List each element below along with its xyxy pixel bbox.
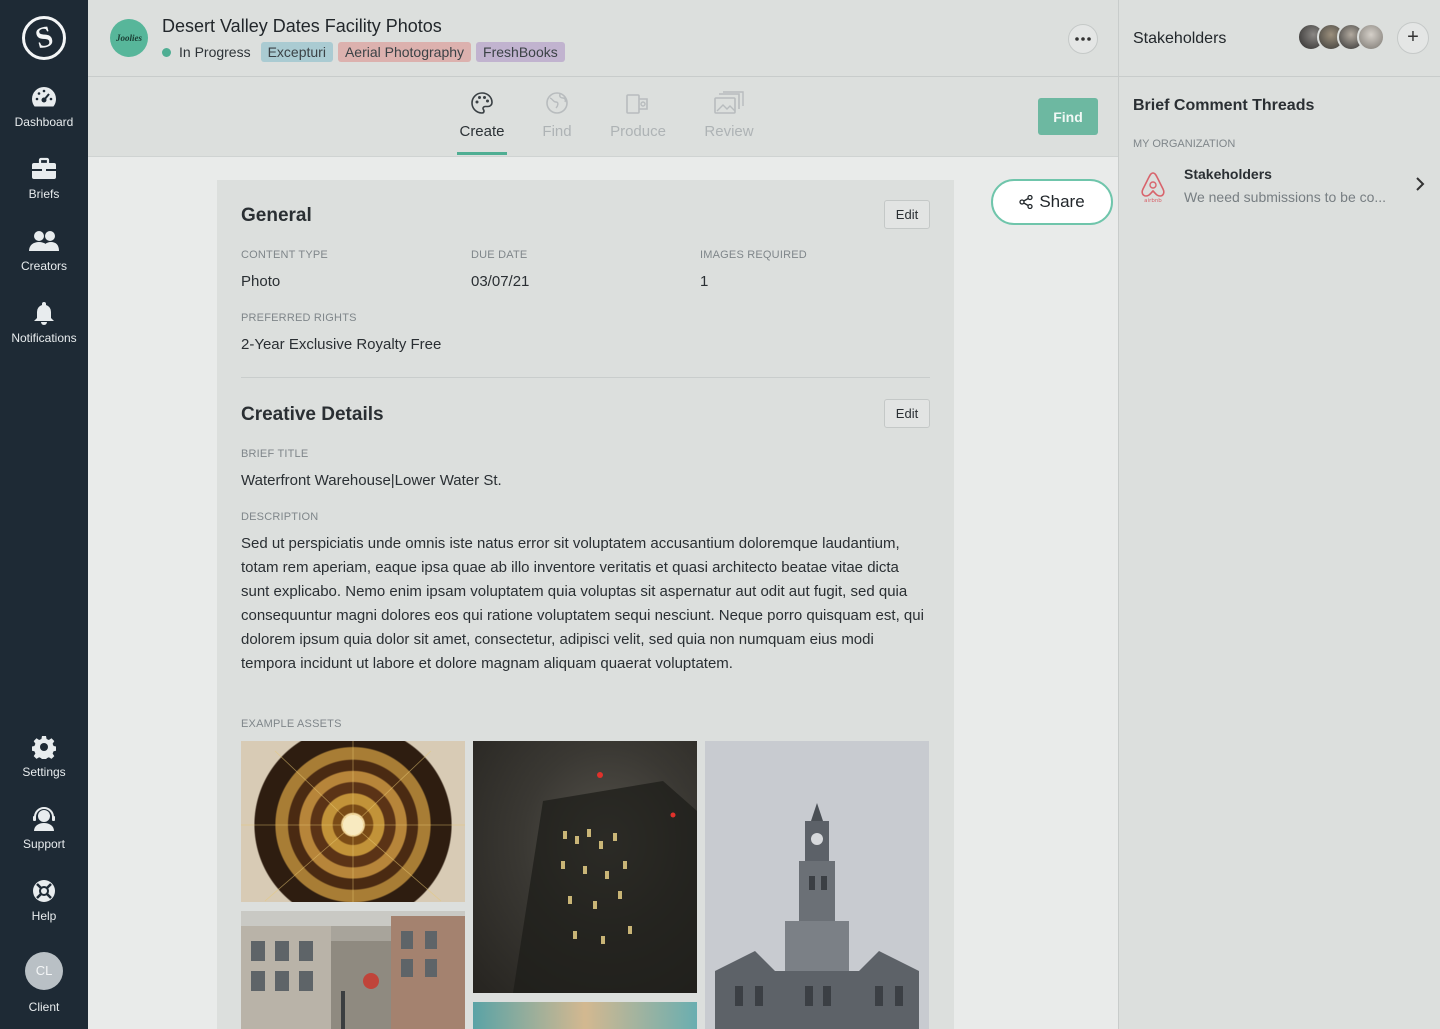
dashboard-icon	[32, 87, 57, 107]
images-required-label: IMAGES REQUIRED	[700, 249, 807, 261]
tag[interactable]: Excepturi	[260, 42, 333, 62]
sidebar-item-dashboard[interactable]: Dashboard	[0, 85, 88, 129]
content-type-value: Photo	[241, 273, 281, 290]
thread-message: We need submissions to be co...	[1184, 189, 1387, 205]
sidebar-item-label: Briefs	[28, 187, 60, 201]
example-assets-label: EXAMPLE ASSETS	[241, 718, 342, 730]
content-type-label: CONTENT TYPE	[241, 249, 328, 261]
user-avatar: CL	[25, 952, 63, 990]
status-row: In Progress Excepturi Aerial Photography…	[162, 42, 570, 62]
sidebar-item-notifications[interactable]: Notifications	[0, 301, 88, 345]
tag[interactable]: Aerial Photography	[337, 42, 472, 62]
preferred-rights-label: PREFERRED RIGHTS	[241, 312, 357, 324]
sidebar-item-label: Help	[31, 909, 57, 923]
support-icon	[33, 807, 55, 831]
tab-produce[interactable]: Produce	[607, 91, 669, 140]
sidebar-item-help[interactable]: Help	[0, 879, 88, 923]
share-label: Share	[1039, 192, 1085, 211]
brief-title-label: BRIEF TITLE	[241, 448, 309, 460]
right-panel: Stakeholders + Brief Comment Threads MY …	[1118, 0, 1440, 1029]
creative-section-title: Creative Details	[241, 404, 384, 425]
briefcase-icon	[32, 157, 56, 179]
example-asset-image[interactable]	[241, 911, 465, 1029]
avatar	[1357, 23, 1385, 51]
stage-tabs: Create Find Produce Review Find	[88, 77, 1118, 157]
ellipsis-icon	[1075, 37, 1091, 41]
example-asset-image[interactable]	[705, 741, 929, 1029]
page-title: Desert Valley Dates Facility Photos	[162, 16, 442, 36]
tab-label: Find	[542, 123, 572, 140]
city-hall-tower-image	[715, 803, 919, 1029]
tab-review[interactable]: Review	[703, 91, 755, 140]
sidebar-item-label: Notifications	[11, 331, 77, 345]
gear-icon	[32, 736, 56, 759]
sidebar-item-label: Dashboard	[14, 115, 74, 129]
logo-mark: S	[31, 19, 57, 56]
example-asset-image[interactable]	[241, 741, 465, 902]
sidebar-item-support[interactable]: Support	[0, 807, 88, 851]
stakeholder-avatars[interactable]	[1297, 23, 1385, 51]
brief-card: General Edit CONTENT TYPE Photo DUE DATE…	[217, 180, 954, 1029]
sidebar-item-briefs[interactable]: Briefs	[0, 157, 88, 201]
edit-creative-button[interactable]: Edit	[884, 399, 930, 428]
comment-thread-item[interactable]: airbnb Stakeholders We need submissions …	[1133, 163, 1433, 211]
sidebar-item-label: Support	[22, 837, 66, 851]
bell-icon	[34, 302, 54, 325]
chevron-right-icon	[1416, 177, 1425, 191]
tab-label: Create	[459, 123, 505, 140]
globe-icon	[546, 92, 568, 114]
sidebar-item-creators[interactable]: Creators	[0, 229, 88, 273]
tab-label: Review	[704, 123, 754, 140]
lifebuoy-icon	[33, 880, 55, 902]
share-button[interactable]: Share	[991, 179, 1113, 225]
section-divider	[241, 377, 930, 378]
preferred-rights-value: 2-Year Exclusive Royalty Free	[241, 336, 442, 353]
add-stakeholder-button[interactable]: +	[1397, 22, 1429, 54]
general-section-title: General	[241, 205, 312, 226]
app-logo[interactable]: S	[22, 16, 66, 60]
active-tab-indicator	[457, 152, 507, 155]
clapper-icon	[626, 94, 648, 114]
share-icon	[1019, 195, 1033, 209]
example-asset-image[interactable]	[473, 741, 697, 993]
images-required-value: 1	[700, 273, 709, 290]
due-date-value: 03/07/21	[471, 273, 530, 290]
organization-label: MY ORGANIZATION	[1133, 138, 1236, 150]
status-text: In Progress	[179, 44, 251, 60]
due-date-label: DUE DATE	[471, 249, 528, 261]
threads-title: Brief Comment Threads	[1133, 97, 1315, 114]
edit-general-button[interactable]: Edit	[884, 200, 930, 229]
sidebar-item-label: Creators	[20, 259, 67, 273]
sidebar-item-settings[interactable]: Settings	[0, 735, 88, 779]
more-options-button[interactable]	[1068, 24, 1098, 54]
images-icon	[714, 91, 744, 114]
find-button[interactable]: Find	[1038, 98, 1098, 135]
tag[interactable]: FreshBooks	[476, 42, 565, 62]
tab-label: Produce	[610, 123, 666, 140]
tab-create[interactable]: Create	[457, 91, 507, 155]
street-buildings-image	[241, 916, 465, 1029]
sidebar-item-label: Client	[28, 1000, 60, 1014]
airbnb-logo-text: airbnb	[1144, 198, 1162, 203]
stakeholders-title: Stakeholders	[1133, 30, 1227, 47]
example-asset-image[interactable]	[473, 1002, 697, 1029]
brief-title-value: Waterfront Warehouse|Lower Water St.	[241, 472, 502, 489]
thread-name: Stakeholders	[1184, 166, 1272, 182]
creators-icon	[29, 231, 59, 251]
sidebar-item-label: Settings	[22, 765, 66, 779]
brand-avatar: Joolies	[110, 19, 148, 57]
description-label: DESCRIPTION	[241, 511, 319, 523]
airbnb-logo-icon: airbnb	[1141, 172, 1165, 203]
palette-icon	[471, 92, 493, 114]
sidebar-item-user[interactable]: CL Client	[0, 952, 88, 1014]
dome-pattern-image	[241, 741, 465, 902]
foggy-tower-image	[513, 772, 697, 993]
tab-find[interactable]: Find	[540, 91, 574, 140]
stakeholders-header: Stakeholders +	[1119, 0, 1440, 77]
description-text: Sed ut perspiciatis unde omnis iste natu…	[241, 535, 924, 672]
status-dot-icon	[162, 47, 171, 57]
brief-header: Joolies Desert Valley Dates Facility Pho…	[88, 0, 1118, 77]
sidebar: S Dashboard Briefs Creators Notification…	[0, 0, 88, 1029]
